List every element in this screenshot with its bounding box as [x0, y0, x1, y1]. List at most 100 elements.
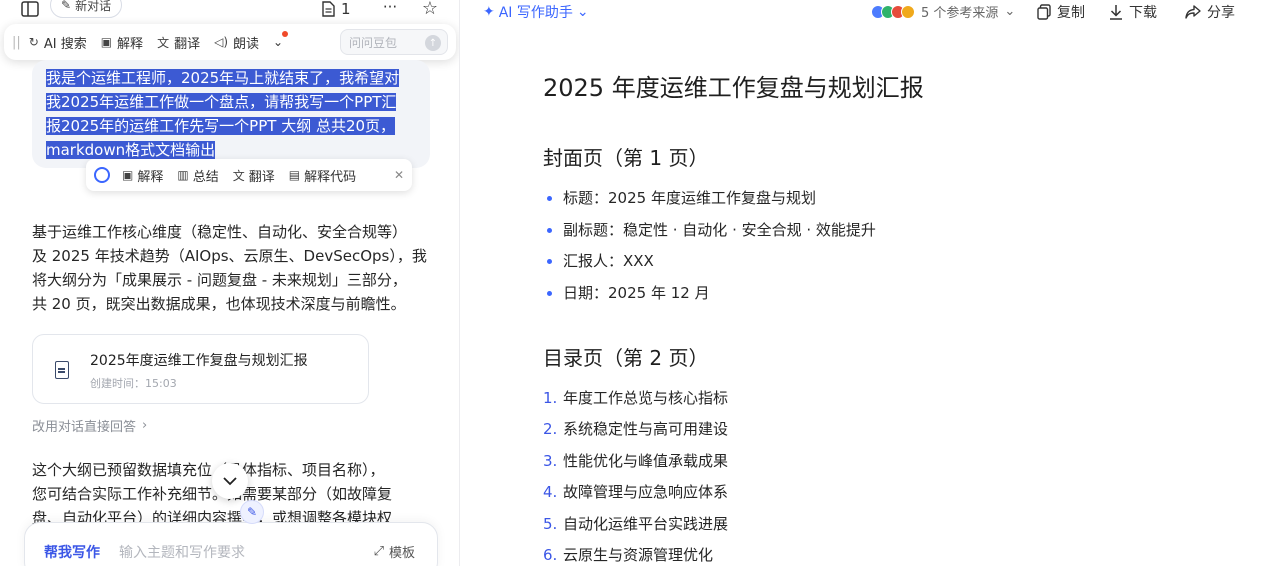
reply-intro: 基于运维工作核心维度（稳定性、自动化、安全合规等） 及 2025 年技术趋势（A…	[32, 220, 436, 316]
document-content[interactable]: 2025 年度运维工作复盘与规划汇报 封面页（第 1 页） 标题：2025 年度…	[543, 72, 1243, 566]
references-label: 5 个参考来源	[921, 6, 999, 21]
ai-search-icon: ↻	[28, 35, 39, 49]
explain-icon: ▣	[122, 168, 134, 182]
chevron-down-icon: ⌄	[1004, 4, 1016, 19]
toc-list: 1. 年度工作总览与核心指标 2. 系统稳定性与高可用建设 3. 性能优化与峰值承载成…	[543, 388, 1243, 566]
sparkle-icon: ✦	[483, 4, 495, 20]
list-item: 2. 系统稳定性与高可用建设	[543, 420, 729, 438]
list-item: 1. 年度工作总览与核心指标	[543, 388, 729, 407]
list-item: 5. 自动化运维平台实践进展	[543, 514, 729, 533]
document-card-time: 创建时间：15:03	[90, 377, 177, 390]
section-heading: 封面页（第 1 页）	[543, 146, 709, 170]
composer-input[interactable]: 输入主题和写作要求	[119, 542, 245, 562]
ai-search-label: AI 搜索	[43, 36, 87, 52]
reply-line: 将大纲分为「成果展示 - 问题复盘 - 未来规划」三部分，	[32, 271, 407, 289]
send-arrow-icon[interactable]: ↑	[425, 35, 441, 51]
doubao-logo-icon	[94, 167, 110, 183]
notification-dot	[282, 31, 289, 37]
list-item: 标题：2025 年度运维工作复盘与规划	[543, 188, 1243, 209]
switch-to-chat-link[interactable]: 改用对话直接回答 ›	[32, 416, 147, 435]
speaker-icon: ◁)	[214, 35, 229, 49]
selection-explain-button[interactable]: ▣ 解释	[122, 166, 163, 185]
user-message-line: 我2025年运维工作做一个盘点，请帮我写一个PPT汇	[46, 93, 397, 111]
selection-translate-label: 翻译	[248, 169, 275, 185]
read-aloud-label: 朗读	[233, 36, 260, 52]
user-message-line: markdown格式文档输出	[46, 141, 216, 159]
document-pane: ✦ AI 写作助手 ⌄ 5 个参考来源 ⌄ 复制 下载 分享 2025 年度运维…	[461, 0, 1280, 566]
document-topbar: ✦ AI 写作助手 ⌄ 5 个参考来源 ⌄ 复制 下载 分享	[461, 0, 1280, 24]
ai-toolbar: || ↻ AI 搜索 ▣ 解释 文 翻译 ◁) 朗读 ⌄ 问问豆包 ↑	[4, 24, 456, 60]
template-label: 模板	[388, 546, 415, 561]
code-icon: ▤	[288, 168, 301, 182]
download-icon	[1110, 5, 1122, 20]
explain-button[interactable]: ▣ 解释	[101, 33, 143, 52]
share-button[interactable]: 分享	[1185, 2, 1235, 22]
ask-doubao-placeholder: 问问豆包	[349, 35, 398, 50]
translate-button[interactable]: 文 翻译	[157, 33, 200, 52]
selection-summary-label: 总结	[192, 169, 219, 185]
chevron-down-icon: ⌄	[273, 35, 284, 49]
translate-icon: 文	[232, 168, 245, 183]
switch-to-chat-label: 改用对话直接回答	[32, 420, 137, 435]
sidebar-toggle-icon[interactable]	[20, 0, 40, 18]
selection-explain-label: 解释	[137, 169, 164, 185]
explain-label: 解释	[117, 36, 144, 52]
pen-icon: ✎	[240, 500, 264, 524]
ask-doubao-input[interactable]: 问问豆包 ↑	[340, 29, 448, 55]
reply-line: 共 20 页，既突出数据成果，也体现技术深度与前瞻性。	[32, 295, 406, 313]
selection-toolbar: ▣ 解释 ▥ 总结 文 翻译 ▤ 解释代码 ✕	[86, 159, 412, 191]
copy-button[interactable]: 复制	[1037, 2, 1085, 22]
close-icon[interactable]: ✕	[394, 168, 404, 182]
chevron-down-icon: ⌄	[576, 4, 589, 20]
user-message-line: 报2025年的运维工作先写一个PPT 大纲 总共20页，	[46, 117, 396, 135]
expand-icon: ⤢	[373, 544, 384, 559]
chat-topbar: ✎ 新对话 1 ··· ☆	[0, 0, 459, 22]
document-card-title: 2025年度运维工作复盘与规划汇报	[90, 353, 308, 369]
cover-list: 标题：2025 年度运维工作复盘与规划 副标题：稳定性 · 自动化 · 安全合规…	[543, 188, 1243, 304]
new-chat-button[interactable]: ✎ 新对话	[50, 0, 123, 18]
selection-translate-button[interactable]: 文 翻译	[233, 166, 275, 185]
new-chat-icon: ✎	[61, 0, 72, 12]
document-icon	[55, 361, 69, 379]
document-count-button[interactable]: 1	[322, 0, 351, 18]
source-avatars	[871, 4, 915, 19]
ai-writing-assistant-button[interactable]: ✦ AI 写作助手 ⌄	[483, 2, 589, 22]
list-item: 汇报人：XXX	[543, 251, 1243, 272]
reply-line: 及 2025 年技术趋势（AIOps、云原生、DevSecOps），我	[32, 247, 427, 265]
drag-handle-icon[interactable]: ||	[12, 35, 21, 50]
copy-label: 复制	[1057, 5, 1085, 21]
document-title: 2025 年度运维工作复盘与规划汇报	[543, 74, 924, 102]
section-heading: 目录页（第 2 页）	[543, 345, 709, 370]
references-button[interactable]: 5 个参考来源 ⌄	[871, 2, 1015, 21]
user-message-text[interactable]: 我是个运维工程师，2025年马上就结束了，我希望对 我2025年运维工作做一个盘…	[46, 66, 420, 162]
ai-search-button[interactable]: ↻ AI 搜索	[29, 33, 87, 52]
list-item: 副标题：稳定性 · 自动化 · 安全合规 · 效能提升	[543, 220, 1243, 241]
list-item: 日期：2025 年 12 月	[543, 283, 1243, 304]
new-chat-label: 新对话	[75, 0, 112, 13]
reply-line: 基于运维工作核心维度（稳定性、自动化、安全合规等）	[32, 223, 408, 241]
selection-explain-code-button[interactable]: ▤ 解释代码	[289, 166, 356, 185]
chevron-right-icon: ›	[142, 418, 148, 433]
scroll-down-button[interactable]	[212, 463, 248, 499]
explain-icon: ▣	[100, 35, 113, 49]
share-label: 分享	[1207, 5, 1235, 21]
star-icon[interactable]: ☆	[420, 0, 440, 19]
share-icon	[1185, 5, 1201, 19]
translate-label: 翻译	[174, 36, 201, 52]
translate-icon: 文	[157, 35, 170, 50]
toolbar-more-button[interactable]: ⌄	[273, 31, 289, 49]
composer: 帮我写作 输入主题和写作要求 ⤢ 模板	[24, 522, 438, 566]
download-button[interactable]: 下载	[1109, 2, 1157, 22]
selection-summary-button[interactable]: ▥ 总结	[177, 166, 218, 185]
more-options-icon[interactable]: ···	[378, 0, 402, 16]
copy-icon	[1037, 4, 1051, 20]
template-button[interactable]: ⤢ 模板	[374, 542, 415, 561]
user-message-line: 我是个运维工程师，2025年马上就结束了，我希望对	[46, 69, 400, 87]
list-item: 6. 云原生与资源管理优化	[543, 546, 714, 564]
list-item: 4. 故障管理与应急响应体系	[543, 483, 729, 501]
list-item: 3. 性能优化与峰值承载成果	[543, 451, 729, 470]
document-card[interactable]: 2025年度运维工作复盘与规划汇报 创建时间：15:03	[32, 334, 369, 404]
read-aloud-button[interactable]: ◁) 朗读	[214, 33, 259, 52]
writing-mode-label[interactable]: 帮我写作	[44, 542, 100, 562]
chat-pane: ✎ 新对话 1 ··· ☆ || ↻ AI 搜索 ▣ 解释 文 翻译 ◁) 朗读…	[0, 0, 460, 566]
